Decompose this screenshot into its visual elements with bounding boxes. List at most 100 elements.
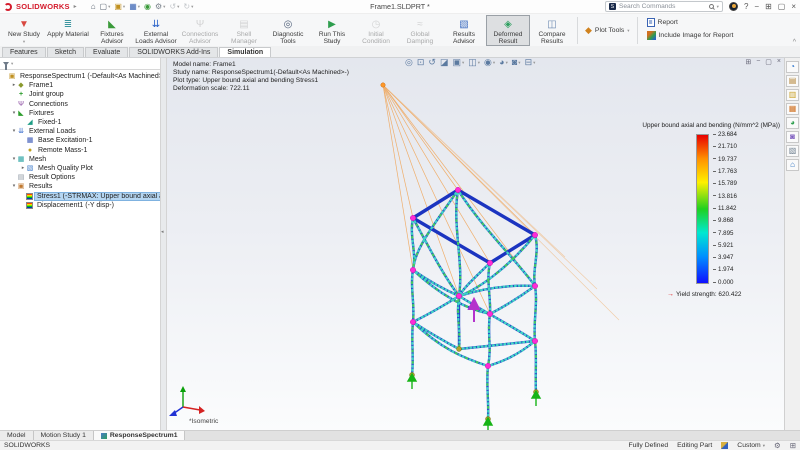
doc-tab-model[interactable]: Model	[0, 431, 34, 440]
ribbon-button-label: Shell Manager	[223, 31, 265, 45]
solidworks-search-icon: S	[609, 3, 616, 10]
compare-results-button[interactable]: Compare Results ▾	[530, 15, 574, 46]
fixtures-advisor-button[interactable]: Fixtures Advisor ▾	[90, 15, 134, 46]
external-loads-advisor-button[interactable]: External Loads Advisor ▾	[134, 15, 178, 46]
tab-evaluate[interactable]: Evaluate	[85, 47, 128, 57]
viewport-minimize-button[interactable]: −	[756, 58, 760, 66]
unit-system-selector[interactable]: Custom ▾	[737, 442, 765, 449]
connections-advisor-button[interactable]: Connections Advisor ▾	[178, 15, 222, 46]
undo-icon[interactable]: ↺▾	[169, 3, 179, 11]
design-library-icon[interactable]: ▤	[786, 75, 799, 87]
doc-tab-motion-study[interactable]: Motion Study 1	[34, 431, 94, 440]
tree-item-label: Fixed-1	[36, 119, 63, 126]
plot-tools-dropdown-icon[interactable]: ▾	[627, 28, 629, 34]
tree-item-study-root[interactable]: ResponseSpectrum1 (-Default<As Machined>…	[2, 72, 160, 81]
custom-properties-icon[interactable]: ▧	[786, 145, 799, 157]
home-icon[interactable]: ⌂▾	[91, 3, 96, 11]
appearances-icon[interactable]: ◕	[786, 117, 799, 129]
tree-item-icon	[17, 155, 25, 163]
view-settings-icon[interactable]: ⊟▾	[525, 58, 536, 67]
file-explorer-icon[interactable]: ▥	[786, 89, 799, 101]
window-layout-button[interactable]: ⊞	[765, 3, 772, 11]
tree-filter-bar[interactable]: ▾	[0, 58, 160, 70]
shell-manager-button[interactable]: Shell Manager ▾	[222, 15, 266, 46]
view-orientation-label: *Isometric	[189, 418, 218, 425]
display-style-icon[interactable]: ◫▾	[468, 58, 480, 67]
panel-collapse-icon[interactable]: ◂	[161, 229, 164, 235]
tree-item-external-loads[interactable]: ▾ External Loads	[11, 127, 160, 136]
initial-condition-button[interactable]: Initial Condition ▾	[354, 15, 398, 46]
status-display-icon[interactable]: ⊞	[790, 442, 796, 450]
tree-item-connections[interactable]: Connections	[11, 100, 160, 109]
tree-item-remote-mass[interactable]: Remote Mass-1	[20, 146, 160, 155]
tree-item-stress1[interactable]: Stress1 (-STRMAX: Upper bound axial and …	[20, 191, 160, 200]
include-image-for-report-button[interactable]: Include Image for Report	[647, 31, 734, 40]
restore-button[interactable]: ▢	[778, 3, 786, 11]
search-commands-box[interactable]: S Search Commands ▾	[605, 1, 723, 12]
apply-scene-icon[interactable]: ◙▾	[512, 58, 521, 67]
results-advisor-button[interactable]: Results Advisor ▾	[442, 15, 486, 46]
tree-item-base-excitation[interactable]: Base Excitation-1	[20, 136, 160, 145]
save-icon[interactable]: ▦▾	[129, 3, 140, 11]
doc-tab-response-spectrum[interactable]: ResponseSpectrum1	[94, 431, 186, 440]
graphics-viewport[interactable]: Model name: Frame1Study name: ResponseSp…	[167, 58, 784, 430]
menu-expand-arrow[interactable]: ▸	[74, 3, 77, 10]
legend-tick-value: 17.763	[713, 169, 737, 175]
redo-icon[interactable]: ↻▾	[183, 3, 193, 11]
user-avatar[interactable]	[729, 2, 738, 11]
tab-features[interactable]: Features	[2, 47, 46, 57]
new-document-icon[interactable]: ▢▾	[100, 3, 111, 11]
apply-material-button[interactable]: Apply Material ▾	[46, 15, 90, 46]
tree-item-fixed1[interactable]: Fixed-1	[20, 118, 160, 127]
search-dropdown-icon[interactable]: ▾	[717, 4, 719, 10]
remote-mass-point[interactable]	[381, 83, 385, 87]
remote-mass-connectors-far[interactable]	[383, 85, 619, 320]
search-icon[interactable]	[709, 4, 714, 9]
section-view-icon[interactable]: ◪▾	[440, 58, 449, 67]
tree-item-mesh[interactable]: ▾ Mesh	[11, 155, 160, 164]
hide-show-items-icon[interactable]: ◉▾	[484, 58, 495, 67]
tab-simulation[interactable]: Simulation	[219, 47, 271, 57]
help-button[interactable]: ?	[744, 3, 748, 11]
viewport-layout-button[interactable]: ⊞	[745, 58, 751, 66]
run-this-study-button[interactable]: Run This Study ▾	[310, 15, 354, 46]
unit-dropdown-icon[interactable]: ▾	[763, 443, 765, 449]
viewport-restore-button[interactable]: ▢	[765, 58, 772, 66]
global-damping-button[interactable]: Global Damping ▾	[398, 15, 442, 46]
report-button[interactable]: ≣ Report	[647, 18, 734, 27]
minimize-button[interactable]: −	[754, 3, 759, 11]
new-study-button[interactable]: New Study ▾	[2, 15, 46, 46]
tree-item-frame1[interactable]: ▸ Frame1	[11, 81, 160, 90]
status-options-icon[interactable]: ⚙	[774, 442, 781, 450]
view-orientation-icon[interactable]: ▣▾	[452, 58, 464, 67]
tree-item-joint-group[interactable]: Joint group	[11, 90, 160, 99]
tab-sketch[interactable]: Sketch	[47, 47, 84, 57]
deformed-result-button[interactable]: Deformed Result ▾	[486, 15, 530, 46]
zoom-to-fit-icon[interactable]: ◎▾	[405, 58, 413, 67]
tree-item-fixtures[interactable]: ▾ Fixtures	[11, 109, 160, 118]
diagnostic-tools-button[interactable]: Diagnostic Tools ▾	[266, 15, 310, 46]
foot-nodes[interactable]	[410, 347, 539, 422]
edit-appearance-icon[interactable]: ◕▾	[499, 58, 508, 67]
options-icon[interactable]: ⚙▾	[155, 3, 165, 11]
tree-item-result-options[interactable]: Result Options	[11, 173, 160, 182]
close-button[interactable]: ×	[791, 3, 796, 11]
tree-item-mesh-quality-plot[interactable]: ▸ Mesh Quality Plot	[20, 164, 160, 173]
ribbon-collapse-button[interactable]	[793, 39, 796, 46]
rebuild-icon[interactable]: ◉▾	[144, 3, 151, 11]
plot-tools-button[interactable]: ◆ Plot Tools ▾	[581, 15, 634, 46]
previous-view-icon[interactable]: ↺▾	[428, 58, 436, 67]
zoom-to-area-icon[interactable]: ⊡▾	[417, 58, 425, 67]
legend-tick-value: 19.737	[713, 157, 737, 163]
view-palette-icon[interactable]: ▦	[786, 103, 799, 115]
viewport-close-button[interactable]: ×	[777, 58, 781, 66]
fixture-arrows[interactable]	[408, 374, 540, 430]
tree-item-results[interactable]: ▾ Results	[11, 182, 160, 191]
filter-dropdown-icon[interactable]: ▾	[11, 61, 13, 67]
tab-solidworks-add-ins[interactable]: SOLIDWORKS Add-Ins	[129, 47, 218, 57]
solidworks-resources-icon[interactable]: ◔	[786, 61, 799, 73]
open-document-icon[interactable]: ▣▾	[114, 3, 125, 11]
scene-icon[interactable]: ◙	[786, 131, 799, 143]
forum-icon[interactable]: ⌂	[786, 159, 799, 171]
tree-item-displacement1[interactable]: Displacement1 (-Y disp-)	[20, 201, 160, 210]
